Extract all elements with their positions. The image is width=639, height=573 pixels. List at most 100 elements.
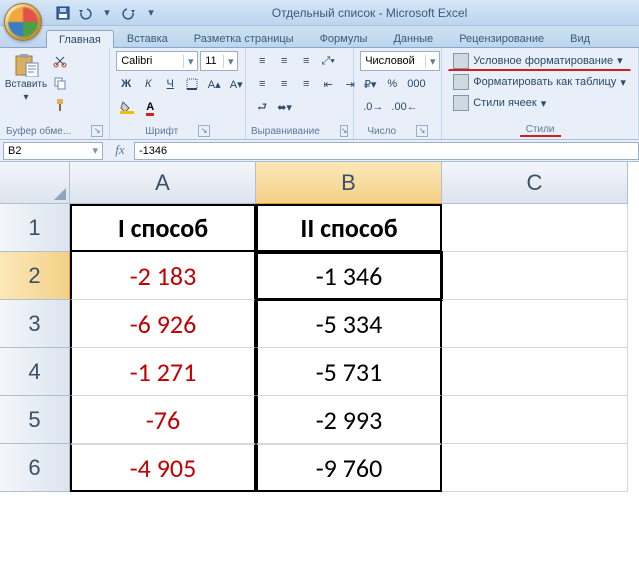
- grow-font-button[interactable]: A▴: [204, 74, 224, 94]
- number-format-combo[interactable]: Числовой ▾: [360, 51, 440, 71]
- cut-button[interactable]: [50, 51, 70, 71]
- wrap-text-button[interactable]: ⮐: [252, 97, 272, 117]
- cell-b5[interactable]: -2 993: [256, 396, 442, 444]
- col-header-c[interactable]: C: [442, 162, 628, 204]
- copy-icon: [53, 76, 67, 90]
- redo-icon[interactable]: [120, 4, 138, 22]
- decrease-decimal-button[interactable]: .00←: [388, 97, 420, 117]
- format-as-table-button[interactable]: Форматировать как таблицу ▾: [448, 72, 631, 92]
- cell-b1[interactable]: II способ: [256, 204, 442, 252]
- tab-insert[interactable]: Вставка: [114, 29, 181, 47]
- cell-b4[interactable]: -5 731: [256, 348, 442, 396]
- percent-button[interactable]: %: [382, 74, 402, 94]
- number-format-value: Числовой: [361, 55, 425, 67]
- cell-c3[interactable]: [442, 300, 628, 348]
- row-header[interactable]: 6: [0, 444, 70, 492]
- conditional-label: Условное форматирование: [473, 55, 613, 67]
- border-button[interactable]: [182, 74, 202, 94]
- alignment-launcher[interactable]: ↘: [340, 125, 349, 137]
- worksheet: A B C 1 I способ II способ 2 -2 183 -1 3…: [0, 162, 639, 492]
- font-name-combo[interactable]: Calibri ▾: [116, 51, 198, 71]
- undo-icon[interactable]: [76, 4, 94, 22]
- merge-button[interactable]: ⬌▾: [274, 97, 295, 117]
- shrink-font-button[interactable]: A▾: [226, 74, 246, 94]
- bold-button[interactable]: Ж: [116, 74, 136, 94]
- row-header[interactable]: 4: [0, 348, 70, 396]
- row-header[interactable]: 3: [0, 300, 70, 348]
- cell-styles-button[interactable]: Стили ячеек ▾: [448, 93, 631, 113]
- decrease-indent-button[interactable]: ⇤: [318, 74, 338, 94]
- table-icon: [453, 74, 469, 90]
- chevron-down-icon: ▾: [92, 144, 98, 157]
- name-box[interactable]: B2 ▾: [3, 142, 103, 160]
- cell-c4[interactable]: [442, 348, 628, 396]
- cell-a2[interactable]: -2 183: [70, 252, 256, 300]
- chevron-down-icon: ▾: [183, 55, 197, 68]
- row-1: 1 I способ II способ: [0, 204, 639, 252]
- cell-a1[interactable]: I способ: [70, 204, 256, 252]
- cell-a6[interactable]: -4 905: [70, 444, 256, 492]
- tab-home[interactable]: Главная: [46, 30, 114, 48]
- chevron-down-icon: ▾: [620, 76, 626, 89]
- italic-button[interactable]: К: [138, 74, 158, 94]
- comma-button[interactable]: 000: [404, 74, 428, 94]
- col-header-a[interactable]: A: [70, 162, 256, 204]
- font-size-combo[interactable]: 11 ▾: [200, 51, 238, 71]
- group-clipboard-label: Буфер обме...: [6, 126, 71, 137]
- col-header-b[interactable]: B: [256, 162, 442, 204]
- align-middle-button[interactable]: ≡: [274, 51, 294, 71]
- select-all-corner[interactable]: [0, 162, 70, 204]
- fill-color-button[interactable]: [116, 97, 138, 117]
- tab-data[interactable]: Данные: [380, 29, 446, 47]
- increase-decimal-button[interactable]: .0→: [360, 97, 386, 117]
- align-bottom-button[interactable]: ≡: [296, 51, 316, 71]
- cell-b6[interactable]: -9 760: [256, 444, 442, 492]
- cell-c6[interactable]: [442, 444, 628, 492]
- accounting-button[interactable]: ₽▾: [360, 74, 380, 94]
- bucket-icon: [119, 100, 135, 114]
- cell-c1[interactable]: [442, 204, 628, 252]
- tab-page-layout[interactable]: Разметка страницы: [181, 29, 307, 47]
- formula-value: -1346: [139, 145, 167, 157]
- undo-dropdown-icon[interactable]: ▾: [98, 4, 116, 22]
- window-title: Отдельный список - Microsoft Excel: [160, 6, 639, 20]
- format-painter-button[interactable]: [50, 95, 70, 115]
- chevron-down-icon: ▾: [425, 55, 439, 68]
- align-right-button[interactable]: ≡: [296, 74, 316, 94]
- formula-input[interactable]: -1346: [134, 142, 639, 160]
- title-bar: ▾ ▾ Отдельный список - Microsoft Excel: [0, 0, 639, 26]
- align-center-button[interactable]: ≡: [274, 74, 294, 94]
- paste-button[interactable]: Вставить ▾: [6, 51, 46, 122]
- cell-a5[interactable]: -76: [70, 396, 256, 444]
- group-number-label: Число: [367, 126, 396, 137]
- row-header[interactable]: 1: [0, 204, 70, 252]
- cell-b2[interactable]: -1 346: [256, 252, 442, 300]
- number-launcher[interactable]: ↘: [416, 125, 428, 137]
- tab-formulas[interactable]: Формулы: [307, 29, 381, 47]
- copy-button[interactable]: [50, 73, 70, 93]
- save-icon[interactable]: [54, 4, 72, 22]
- row-header[interactable]: 2: [0, 252, 70, 300]
- underline-button[interactable]: Ч: [160, 74, 180, 94]
- font-color-button[interactable]: A: [140, 97, 160, 117]
- tab-review[interactable]: Рецензирование: [446, 29, 557, 47]
- tab-view[interactable]: Вид: [557, 29, 603, 47]
- qat-customize-icon[interactable]: ▾: [142, 4, 160, 22]
- align-top-button[interactable]: ≡: [252, 51, 272, 71]
- conditional-formatting-button[interactable]: Условное форматирование ▾: [448, 51, 631, 71]
- orientation-button[interactable]: ⤢▾: [318, 51, 338, 71]
- ribbon: Вставить ▾ Буфер обме... ↘: [0, 48, 639, 140]
- cell-styles-label: Стили ячеек: [473, 97, 536, 109]
- cell-c5[interactable]: [442, 396, 628, 444]
- cell-a4[interactable]: -1 271: [70, 348, 256, 396]
- clipboard-launcher[interactable]: ↘: [91, 125, 103, 137]
- align-left-button[interactable]: ≡: [252, 74, 272, 94]
- cell-c2[interactable]: [442, 252, 628, 300]
- cell-b3[interactable]: -5 334: [256, 300, 442, 348]
- row-header[interactable]: 5: [0, 396, 70, 444]
- font-launcher[interactable]: ↘: [198, 125, 210, 137]
- office-button[interactable]: [4, 3, 42, 41]
- fx-button[interactable]: fx: [110, 142, 130, 160]
- row-2: 2 -2 183 -1 346: [0, 252, 639, 300]
- cell-a3[interactable]: -6 926: [70, 300, 256, 348]
